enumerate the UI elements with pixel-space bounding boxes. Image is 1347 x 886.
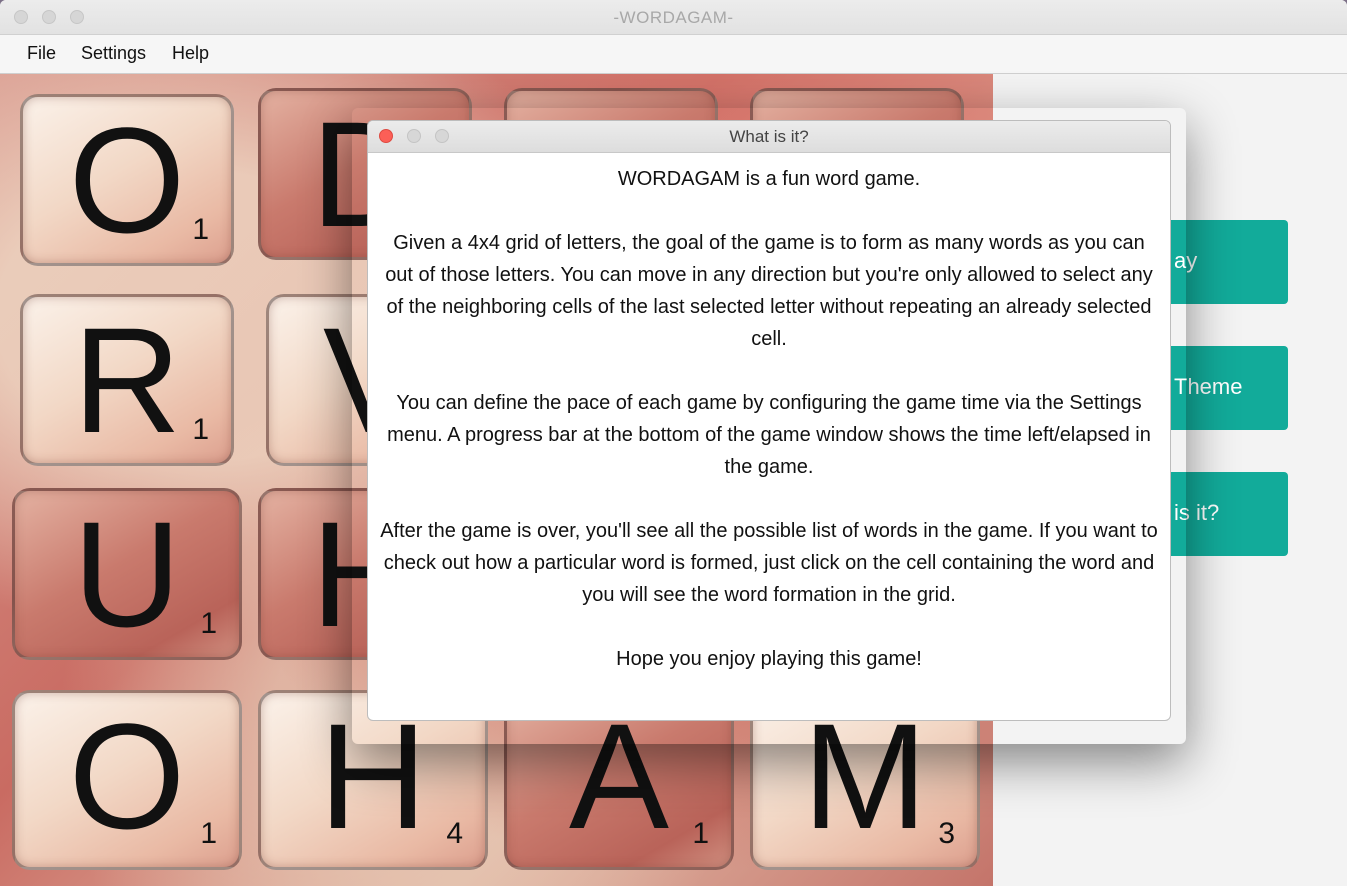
tile-score: 1 (200, 607, 217, 640)
menu-help[interactable]: Help (172, 43, 209, 64)
tile-score: 1 (200, 817, 217, 850)
dialog-paragraph: You can define the pace of each game by … (387, 392, 1151, 478)
window-titlebar[interactable]: -WORDAGAM- (0, 0, 1347, 35)
dialog-paragraph: Given a 4x4 grid of letters, the goal of… (385, 232, 1153, 350)
dialog-titlebar[interactable]: What is it? (368, 121, 1170, 153)
grid-cell[interactable]: U 1 (12, 488, 242, 660)
dialog-paragraph: WORDAGAM is a fun word game. (617, 168, 921, 190)
what-is-it-dialog: What is it? WORDAGAM is a fun word game.… (367, 120, 1171, 721)
menu-settings[interactable]: Settings (81, 43, 146, 64)
dialog-paragraph: Hope you enjoy playing this game! (616, 648, 922, 670)
grid-cell[interactable]: R 1 (20, 294, 234, 466)
tile-score: 1 (192, 213, 209, 246)
grid-cell[interactable]: O 1 (20, 94, 234, 266)
menu-file[interactable]: File (27, 43, 56, 64)
dialog-body: WORDAGAM is a fun word game. Given a 4x4… (378, 163, 1160, 707)
menu-bar: File Settings Help (0, 35, 1347, 74)
tile-score: 1 (692, 817, 709, 850)
dialog-paragraph: After the game is over, you'll see all t… (380, 520, 1158, 606)
grid-cell[interactable]: O 1 (12, 690, 242, 870)
dialog-title: What is it? (729, 127, 809, 146)
tile-score: 3 (938, 817, 955, 850)
tile-score: 4 (446, 817, 463, 850)
tile-score: 1 (192, 413, 209, 446)
window-title: -WORDAGAM- (613, 8, 734, 27)
